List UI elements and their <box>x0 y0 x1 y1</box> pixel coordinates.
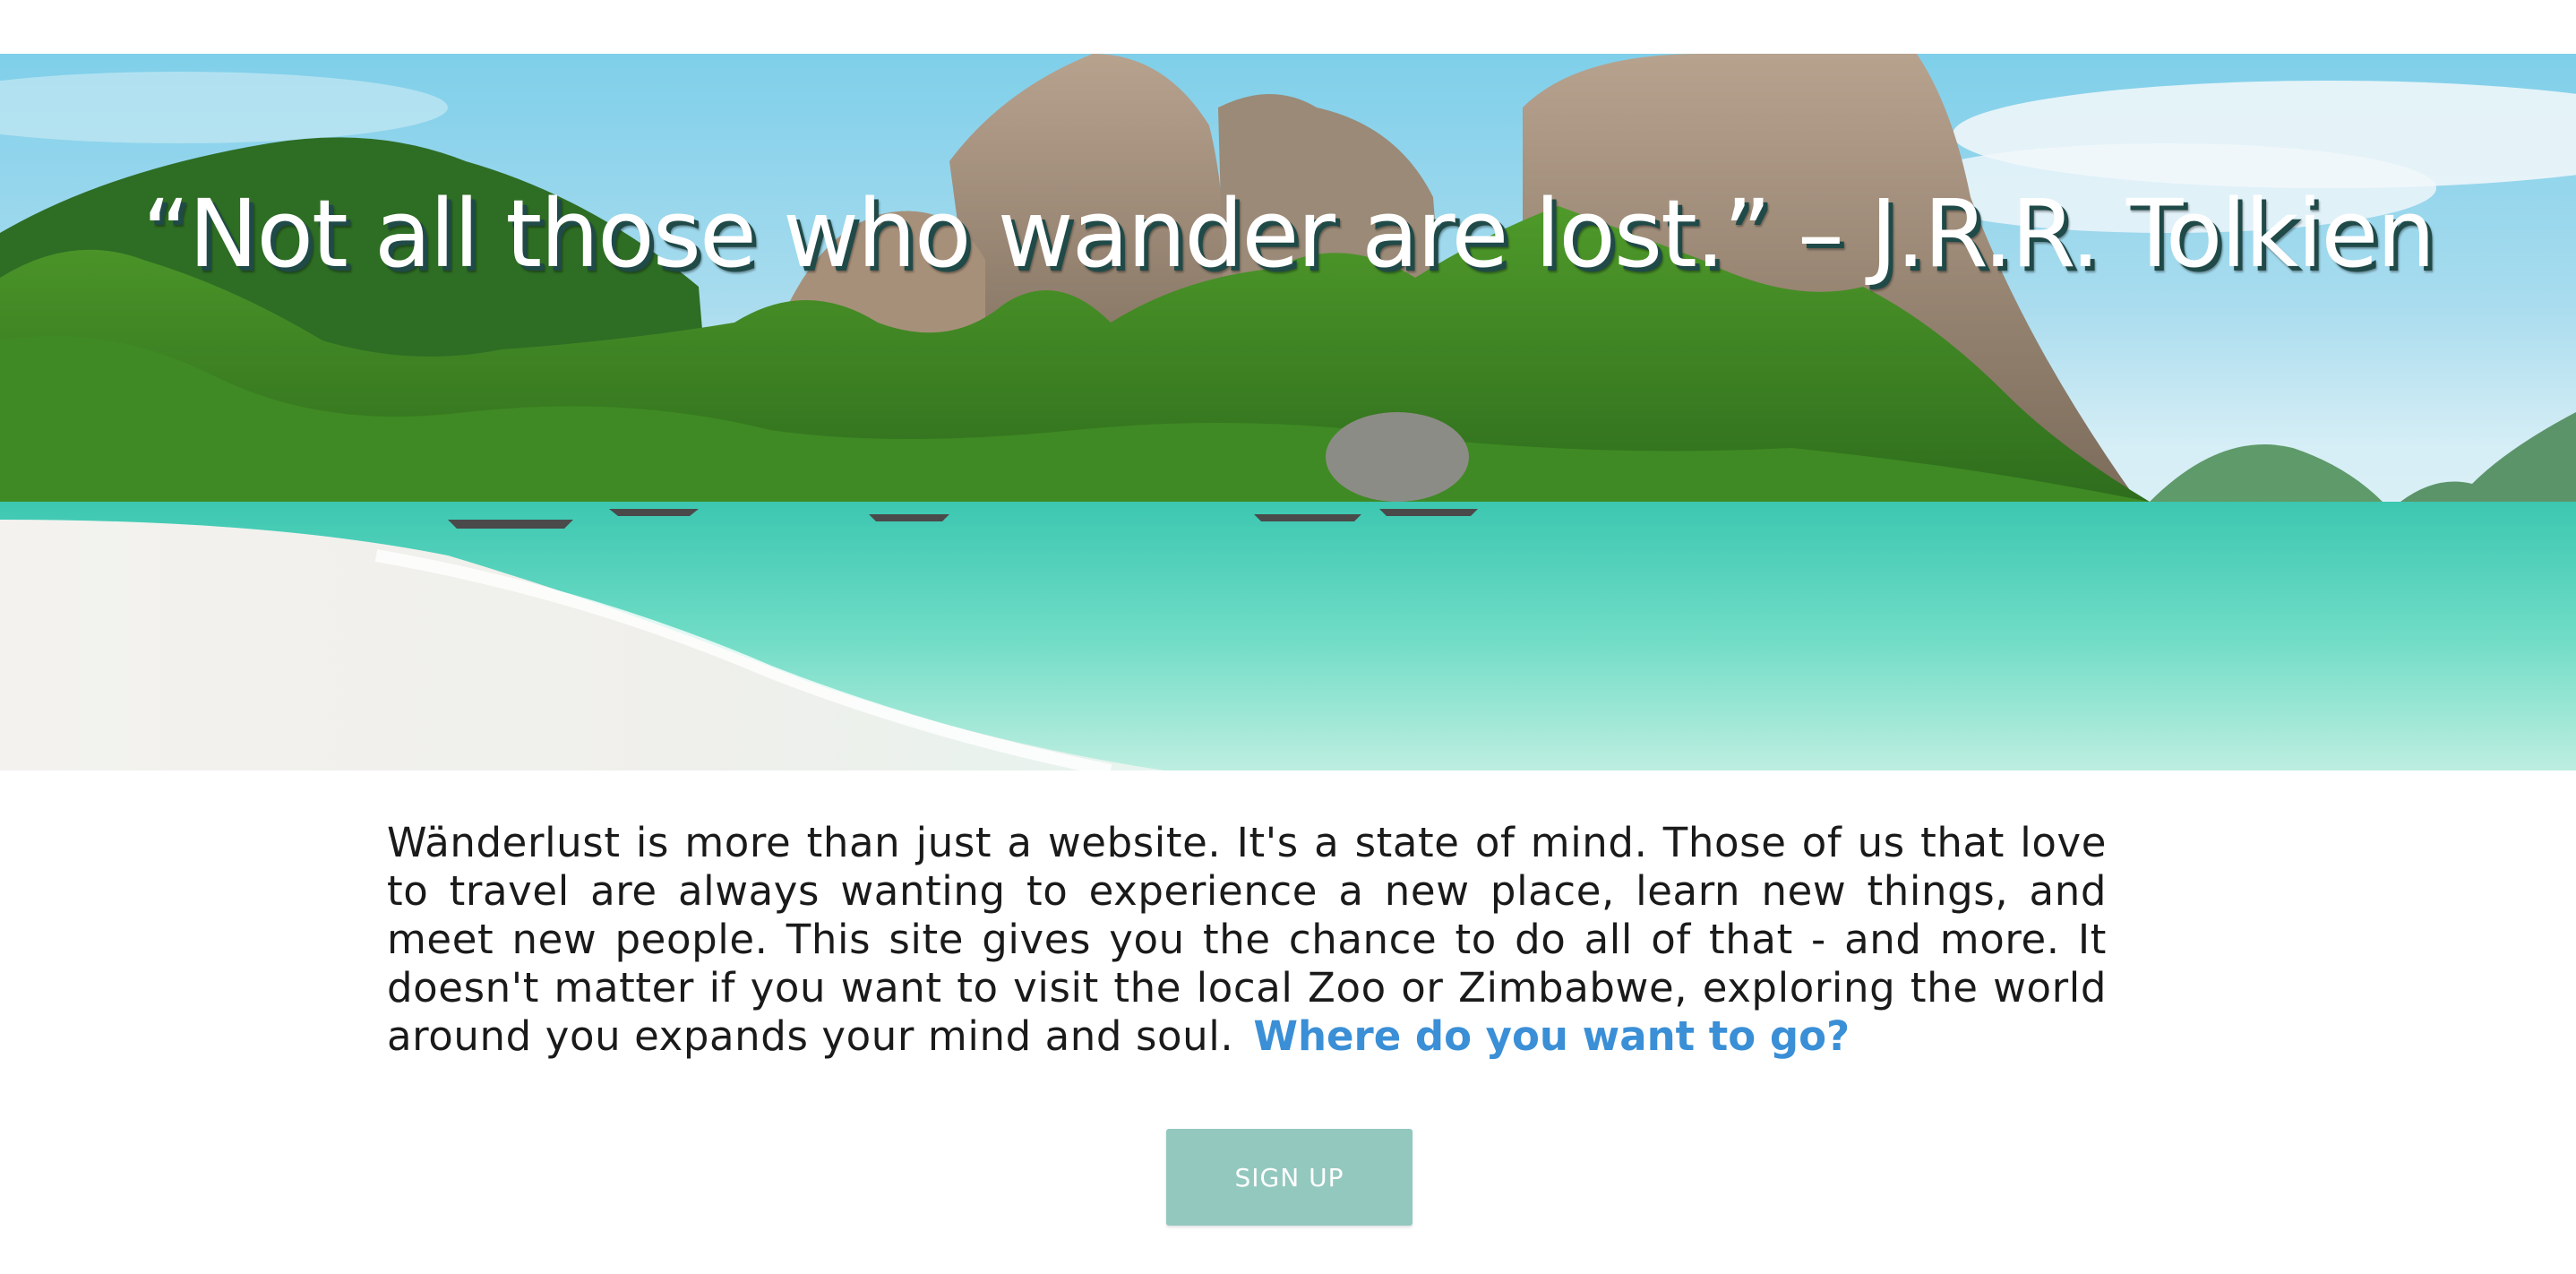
intro-section: Wänderlust is more than just a website. … <box>387 819 2107 1061</box>
hero-quote: “Not all those who wander are lost.” – J… <box>142 179 2436 288</box>
hero-beach-image <box>0 54 2576 770</box>
hero-banner: “Not all those who wander are lost.” – J… <box>0 54 2576 770</box>
intro-paragraph: Wänderlust is more than just a website. … <box>387 819 2107 1061</box>
where-to-go-link[interactable]: Where do you want to go? <box>1253 1012 1850 1060</box>
top-bar <box>0 0 2576 54</box>
sign-up-button[interactable]: SIGN UP <box>1166 1129 1413 1226</box>
